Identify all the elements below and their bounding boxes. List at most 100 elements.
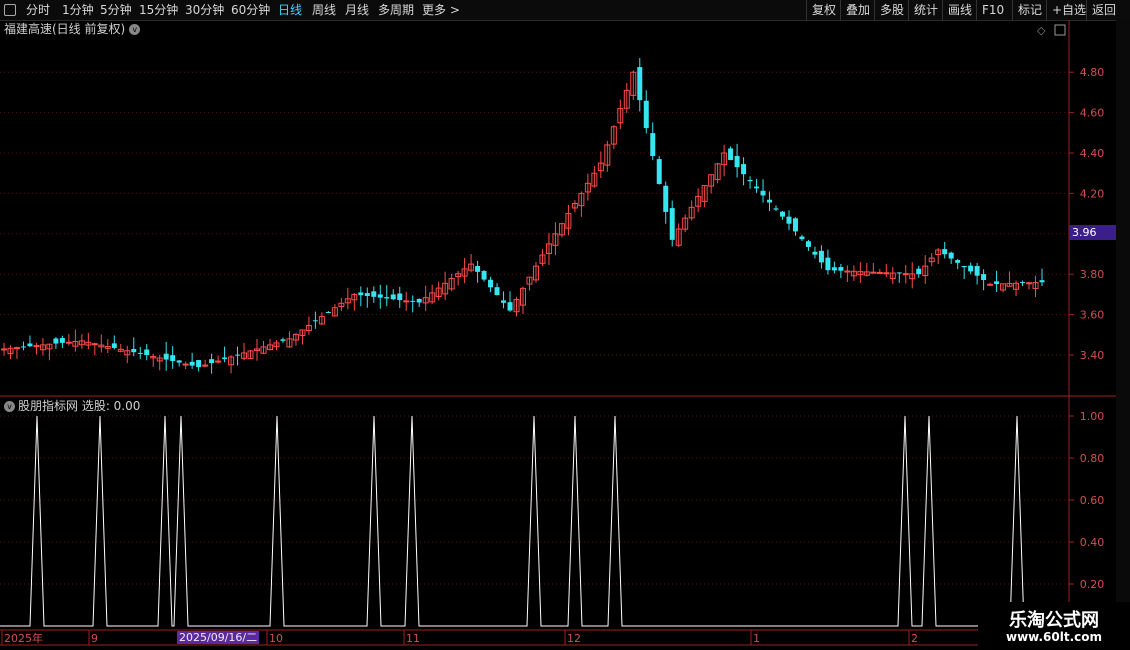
candle [610, 125, 617, 149]
date-axis-label: 12 [567, 632, 581, 645]
candle [773, 205, 779, 212]
candle [896, 272, 902, 283]
candle [292, 333, 299, 346]
chevron-down-icon[interactable]: v [4, 401, 15, 412]
period-tab-60min[interactable]: 60分钟 [231, 0, 270, 20]
candle [876, 269, 883, 274]
candle [72, 329, 79, 352]
candle [241, 342, 248, 361]
mark-button[interactable]: 标记 [1012, 0, 1047, 20]
candle [209, 353, 215, 374]
candle [435, 281, 442, 301]
chevron-down-icon[interactable]: v [129, 24, 141, 35]
candle [266, 338, 273, 351]
candle [170, 346, 176, 369]
window-mode-icon[interactable] [1054, 24, 1066, 36]
candle [688, 200, 695, 221]
current-price-badge: 3.96 [1069, 225, 1118, 240]
candle [222, 346, 228, 363]
candle [825, 249, 831, 275]
diamond-icon[interactable]: ◇ [1037, 24, 1046, 37]
draw-line-button[interactable]: 画线 [942, 0, 977, 20]
candle [377, 284, 383, 309]
period-tab-5min[interactable]: 5分钟 [100, 0, 132, 20]
f10-button[interactable]: F10 [976, 0, 1009, 20]
candle [968, 262, 974, 275]
candle [526, 276, 533, 291]
price-tick-label: 3.80 [1080, 268, 1105, 281]
adjust-rights-button[interactable]: 复权 [806, 0, 841, 20]
candle [494, 283, 500, 296]
candle [799, 234, 805, 241]
candle [942, 241, 948, 259]
period-tab-daily[interactable]: 日线 [278, 0, 302, 20]
price-grid [0, 71, 1069, 356]
candle [701, 185, 708, 208]
period-tab-more[interactable]: 更多 > [422, 0, 460, 20]
candle [390, 289, 396, 301]
indicator-grid [0, 415, 1069, 585]
candle [786, 210, 792, 231]
candle [1039, 268, 1045, 286]
candle [273, 340, 280, 351]
candle [312, 311, 318, 329]
candle [974, 263, 980, 285]
candle [870, 263, 877, 274]
candle [844, 265, 851, 283]
cursor-date-badge: 2025/09/16/二 [177, 631, 260, 644]
statistics-button[interactable]: 统计 [908, 0, 943, 20]
candle [591, 166, 598, 188]
indicator-title[interactable]: v 股朋指标网 选股: 0.00 [4, 398, 140, 414]
candle [358, 286, 364, 307]
period-tab-1min[interactable]: 1分钟 [62, 0, 94, 20]
candle [695, 188, 702, 213]
candle [1006, 271, 1013, 287]
candle [682, 214, 689, 233]
kline-chart[interactable]: ◇ 4.80 4.60 4.40 4.20 3.80 3.60 3.40 1.00 0.80 0… [0, 0, 1130, 650]
candle [987, 282, 994, 286]
candle [818, 245, 824, 269]
candle [760, 179, 766, 203]
stock-name-label: 福建高速(日线 前复权) [4, 22, 126, 36]
date-axis-label: 10 [269, 632, 283, 645]
add-watchlist-button[interactable]: +自选 [1046, 0, 1091, 20]
candle [280, 337, 286, 343]
period-tab-15min[interactable]: 15分钟 [139, 0, 178, 20]
price-axis: 4.80 4.60 4.40 4.20 3.80 3.60 3.40 [1069, 66, 1104, 362]
candle [558, 222, 565, 238]
candle [98, 334, 105, 353]
candle [584, 173, 591, 201]
period-tab-timeshare[interactable]: 分时 [26, 0, 50, 20]
back-button[interactable]: 返回 [1086, 0, 1121, 20]
candle [994, 270, 1000, 292]
candle [20, 341, 26, 351]
candle [1013, 280, 1020, 297]
overlay-button[interactable]: 叠加 [840, 0, 875, 20]
candle [578, 191, 585, 217]
candle [1, 342, 7, 356]
candle [196, 359, 202, 372]
candle [545, 233, 552, 265]
candle [318, 312, 325, 325]
right-side-panel[interactable] [1116, 20, 1130, 650]
period-tab-multi[interactable]: 多周期 [378, 0, 414, 20]
candle [156, 354, 163, 371]
indicator-title-label: 股朋指标网 选股: 0.00 [18, 399, 141, 413]
watermark-url: www.60lt.com [1005, 630, 1103, 644]
candle [1026, 281, 1033, 290]
main-chart-title[interactable]: 福建高速(日线 前复权) v [4, 21, 141, 37]
multi-stock-button[interactable]: 多股 [874, 0, 909, 20]
candle [338, 297, 345, 312]
candle [948, 251, 954, 264]
candle [247, 349, 254, 360]
period-tab-weekly[interactable]: 周线 [312, 0, 336, 20]
candle [501, 291, 507, 309]
period-tab-30min[interactable]: 30分钟 [185, 0, 224, 20]
candle [176, 360, 182, 367]
candle [714, 162, 721, 184]
candle [669, 200, 675, 247]
candle [331, 304, 338, 317]
period-tab-monthly[interactable]: 月线 [345, 0, 369, 20]
watermark-title: 乐淘公式网 [1009, 610, 1099, 631]
panel-toggle-icon[interactable] [4, 4, 16, 16]
